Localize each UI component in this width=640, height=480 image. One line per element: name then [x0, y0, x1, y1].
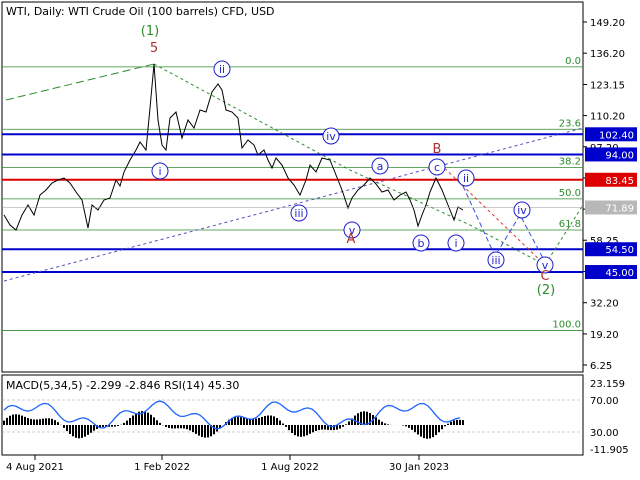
wave-label: i: [158, 165, 161, 178]
chart-title: WTI, Daily: WTI Crude Oil (100 barrels) …: [6, 5, 275, 18]
y-tick-label: 6.25: [590, 361, 612, 372]
y-tick-label: 123.15: [590, 81, 625, 92]
y-tick-label: 19.20: [590, 330, 619, 341]
y-tick-label: 110.20: [590, 112, 625, 123]
indicator-tick-label: 30.00: [590, 428, 619, 439]
wave-label: 5: [150, 41, 158, 56]
fib-label: 23.6: [559, 118, 581, 129]
wave-label: b: [418, 237, 425, 250]
fib-label: 100.0: [552, 320, 581, 331]
y-tick-label: 136.20: [590, 49, 625, 60]
indicator-tick-label: -11.905: [590, 445, 629, 456]
level-tag-label: 94.00: [605, 150, 634, 161]
fib-label: 38.2: [559, 157, 581, 168]
current-price-tag-label: 71.89: [605, 204, 634, 215]
x-tick-label: 30 Jan 2023: [389, 462, 449, 473]
wave-label: C: [540, 269, 549, 284]
wave-label: iv: [326, 130, 336, 143]
x-tick-label: 4 Aug 2021: [6, 462, 64, 473]
indicator-tick-label: 23.159: [590, 379, 625, 390]
level-tag-label: 83.45: [605, 176, 634, 187]
y-tick-label: 32.20: [590, 299, 619, 310]
level-tag-label: 102.40: [599, 130, 634, 141]
fib-label: 50.0: [559, 188, 581, 199]
level-tag-label: 54.50: [605, 245, 634, 256]
fib-label: 61.8: [559, 219, 581, 230]
wave-label: iii: [491, 254, 500, 267]
wave-label: iii: [294, 207, 303, 220]
indicator-tick-label: 70.00: [590, 396, 619, 407]
x-tick-label: 1 Feb 2022: [134, 462, 190, 473]
indicator-label: MACD(5,34,5) -2.299 -2.846 RSI(14) 45.30: [6, 379, 239, 392]
wave-label: a: [377, 160, 384, 173]
wave-label: (2): [537, 283, 555, 298]
wave-label: (1): [141, 24, 159, 39]
fib-label: 0.0: [565, 56, 581, 67]
wave-label: A: [347, 232, 356, 247]
wave-label: i: [454, 237, 457, 250]
wave-label: iv: [517, 204, 527, 217]
wave-label: c: [434, 161, 440, 174]
x-tick-label: 1 Aug 2022: [261, 462, 319, 473]
y-tick-label: 149.20: [590, 18, 625, 29]
wave-label: ii: [219, 63, 225, 76]
wave-label: B: [433, 142, 442, 157]
price-panel-frame: [1, 1, 584, 373]
wave-label: ii: [463, 172, 469, 185]
level-tag-label: 45.00: [605, 268, 634, 279]
chart-svg: 0.023.638.250.061.8100.0 (1)5iiiiiiivvAa…: [1, 1, 637, 473]
